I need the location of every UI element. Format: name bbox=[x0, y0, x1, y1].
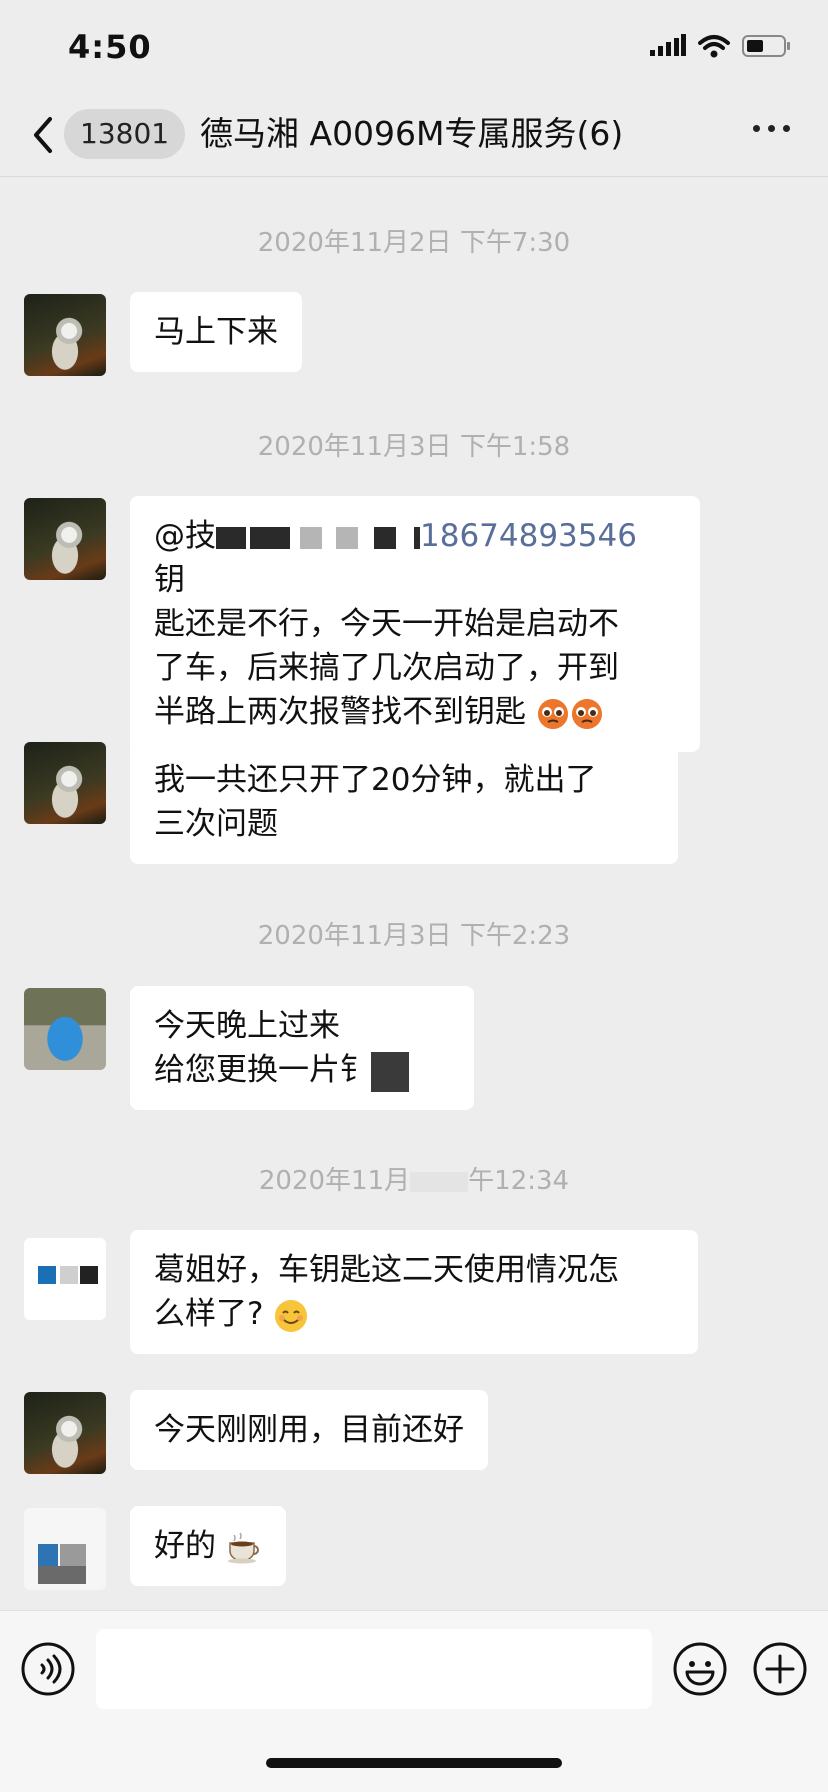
message-bubble[interactable]: 葛姐好，车钥匙这二天使用情况怎 么样了? bbox=[130, 1230, 698, 1354]
redacted-block bbox=[410, 1171, 469, 1192]
redacted-block bbox=[336, 526, 358, 549]
message-line: 么样了? bbox=[154, 1292, 674, 1336]
avatar[interactable] bbox=[24, 742, 106, 824]
message-bubble[interactable]: 马上下来 bbox=[130, 292, 302, 372]
message-bubble[interactable]: 今天晚上过来 给您更换一片钅 bbox=[130, 986, 474, 1110]
wifi-icon bbox=[698, 35, 730, 58]
voice-icon[interactable] bbox=[20, 1641, 76, 1697]
message-line: 给您更换一片钅 bbox=[154, 1048, 450, 1092]
message-input[interactable] bbox=[96, 1629, 652, 1709]
chat-header: 13801 德马湘 A0096M专属服务(6) bbox=[0, 95, 828, 177]
chat-title: 德马湘 A0096M专属服务(6) bbox=[200, 114, 624, 153]
chevron-left-icon[interactable] bbox=[28, 113, 58, 157]
message-line: 今天晚上过来 bbox=[154, 1008, 340, 1044]
home-indicator[interactable] bbox=[266, 1758, 562, 1768]
message-text: 好的 bbox=[154, 1528, 216, 1564]
message-text: 么样了? bbox=[154, 1296, 264, 1332]
phone-link[interactable]: 18674893546 bbox=[420, 518, 637, 554]
message-line: 我一共还只开了20分钟，就出了 bbox=[154, 762, 597, 798]
timestamp-text: 2020年11月 bbox=[258, 1166, 411, 1196]
avatar[interactable] bbox=[24, 1392, 106, 1474]
message-timestamp: 2020年11月3日 下午1:58 bbox=[257, 432, 571, 462]
message-line: 了车，后来搞了几次启动了，开到 bbox=[154, 650, 619, 686]
message-timestamp: 2020年11月 午12:34 bbox=[0, 1160, 828, 1197]
status-bar: 4:50 bbox=[0, 0, 828, 95]
status-time: 4:50 bbox=[68, 28, 152, 66]
emoji-icon[interactable] bbox=[672, 1641, 728, 1697]
redacted-block bbox=[250, 526, 290, 549]
mention-text[interactable]: @技 bbox=[154, 518, 216, 554]
message-line: 匙还是不行，今天一开始是启动不 bbox=[154, 606, 619, 642]
avatar[interactable] bbox=[24, 498, 106, 580]
battery-icon bbox=[742, 35, 790, 57]
avatar[interactable] bbox=[24, 1508, 106, 1590]
plus-icon[interactable] bbox=[752, 1641, 808, 1697]
pleading-face-emoji-icon bbox=[571, 698, 602, 729]
redacted-block bbox=[300, 526, 322, 549]
smiling-face-emoji-icon bbox=[275, 1299, 308, 1332]
coffee-cup-emoji-icon bbox=[227, 1532, 259, 1563]
message-timestamp: 2020年11月3日 下午2:23 bbox=[257, 921, 571, 951]
message-line: 半路上两次报警找不到钥匙 bbox=[154, 690, 676, 734]
redacted-block bbox=[371, 1051, 409, 1092]
message-bubble[interactable]: 好的 bbox=[130, 1506, 286, 1586]
pleading-face-emoji-icon bbox=[537, 698, 568, 729]
message-bubble[interactable]: 今天刚刚用，目前还好 bbox=[130, 1390, 488, 1470]
status-icons bbox=[650, 34, 792, 58]
message-text: 钥 bbox=[154, 562, 185, 598]
avatar[interactable] bbox=[24, 294, 106, 376]
unread-count-badge[interactable]: 13801 bbox=[64, 109, 186, 159]
message-line: 葛姐好，车钥匙这二天使用情况怎 bbox=[154, 1252, 619, 1288]
avatar[interactable] bbox=[24, 1238, 106, 1320]
more-dots-icon[interactable] bbox=[753, 125, 790, 132]
redacted-block bbox=[374, 526, 396, 549]
avatar[interactable] bbox=[24, 988, 106, 1070]
message-text: 半路上两次报警找不到钥匙 bbox=[154, 694, 526, 730]
signal-icon bbox=[650, 34, 686, 56]
message-bubble[interactable]: 我一共还只开了20分钟，就出了 三次问题 bbox=[130, 740, 678, 864]
message-line: 三次问题 bbox=[154, 806, 278, 842]
timestamp-text: 午12:34 bbox=[468, 1166, 570, 1196]
redacted-block bbox=[216, 526, 246, 549]
message-timestamp: 2020年11月2日 下午7:30 bbox=[257, 228, 571, 258]
message-line: @技 18674893546 钥 bbox=[154, 514, 676, 602]
message-text: 给您更换一片钅 bbox=[154, 1052, 371, 1088]
message-bubble[interactable]: @技 18674893546 钥 匙还是不行，今天一开始是启动不 了车，后来搞了几… bbox=[130, 496, 700, 752]
